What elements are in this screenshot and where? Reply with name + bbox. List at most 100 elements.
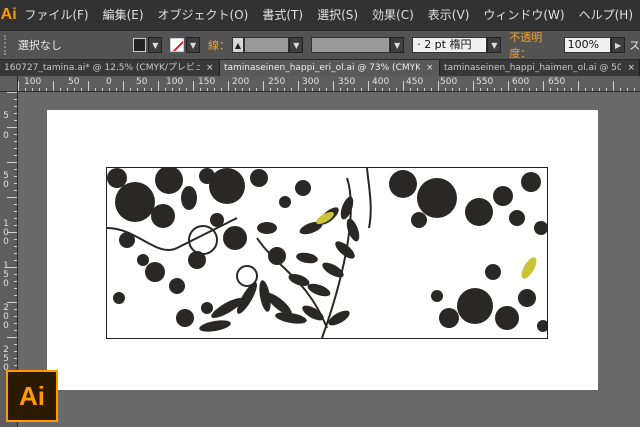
ruler-tick [14, 106, 17, 107]
profile-dropdown[interactable]: ▼ [390, 37, 405, 53]
close-icon[interactable]: × [206, 60, 214, 76]
ruler-tick [14, 351, 17, 352]
ruler-tick [228, 81, 229, 91]
ruler-tick [14, 225, 17, 226]
artwork-bounding-box[interactable] [106, 167, 548, 339]
horizontal-ruler[interactable]: 100 50 0 50 100 150 200 250 300 350 400 … [18, 76, 640, 92]
tab-document-3[interactable]: taminaseinen_happi_haimen_ol.ai @ 50% (C… [440, 60, 640, 76]
menu-help[interactable]: ヘルプ(H) [572, 0, 640, 30]
ruler-tick [207, 88, 208, 91]
menu-object[interactable]: オブジェクト(O) [151, 0, 256, 30]
menu-select[interactable]: 選択(S) [310, 0, 365, 30]
ruler-tick [60, 88, 61, 91]
ruler-tick [7, 162, 17, 163]
ruler-tick [410, 88, 411, 91]
ruler-tick [438, 81, 439, 91]
ruler-tick [14, 288, 17, 289]
ruler-label: 5 [3, 111, 9, 121]
ruler-tick [613, 81, 614, 91]
ruler-tick [235, 88, 236, 91]
close-icon[interactable]: × [627, 60, 635, 76]
menu-window[interactable]: ウィンドウ(W) [476, 0, 571, 30]
ruler-label: 150 [198, 77, 216, 87]
ruler-tick [627, 88, 628, 91]
menu-view[interactable]: 表示(V) [421, 0, 477, 30]
ruler-tick [550, 88, 551, 91]
ruler-tick [452, 88, 453, 91]
ruler-tick [14, 358, 17, 359]
stroke-label[interactable]: 線： [208, 37, 230, 53]
ruler-tick [326, 88, 327, 91]
ruler-tick [7, 267, 17, 268]
ruler-tick [18, 81, 19, 91]
ruler-tick [14, 148, 17, 149]
ruler-tick [46, 88, 47, 91]
tab-label: taminaseinen_happi_eri_ol.ai @ 73% (CMYK… [224, 63, 420, 73]
ruler-tick [7, 197, 17, 198]
ruler-tick [585, 88, 586, 91]
ruler-tick [599, 88, 600, 91]
ruler-tick [634, 88, 635, 91]
ruler-tick [14, 253, 17, 254]
app-logo: Ai [0, 6, 17, 23]
ruler-tick [578, 81, 579, 91]
style-label[interactable]: ス [629, 37, 640, 53]
ruler-origin[interactable] [0, 76, 18, 92]
ruler-tick [81, 88, 82, 91]
ruler-tick [389, 88, 390, 91]
menu-edit[interactable]: 編集(E) [96, 0, 151, 30]
fill-swatch[interactable] [132, 38, 147, 52]
ruler-tick [137, 88, 138, 91]
brush-definition[interactable]: · 2 pt 楕円 [412, 37, 488, 53]
ruler-tick [620, 88, 621, 91]
tab-document-2[interactable]: taminaseinen_happi_eri_ol.ai @ 73% (CMYK… [220, 60, 440, 76]
ruler-tick [333, 81, 334, 91]
stroke-weight-dropdown[interactable]: ▼ [289, 37, 304, 53]
brush-definition-value: 2 pt 楕円 [424, 38, 472, 51]
ruler-tick [277, 88, 278, 91]
tab-document-1[interactable]: 160727_tamina.ai* @ 12.5% (CMYK/プレビュー) × [0, 60, 220, 76]
ruler-tick [270, 88, 271, 91]
ruler-label: 550 [476, 77, 494, 87]
ruler-tick [298, 81, 299, 91]
stroke-weight-field[interactable] [243, 37, 290, 53]
ruler-tick [14, 295, 17, 296]
ruler-tick [417, 88, 418, 91]
ruler-tick [109, 88, 110, 91]
ruler-tick [284, 88, 285, 91]
ruler-tick [564, 88, 565, 91]
illustrator-badge: Ai [6, 370, 58, 422]
ruler-tick [529, 88, 530, 91]
variable-width-profile[interactable] [311, 37, 391, 53]
ruler-label: 0 [106, 77, 112, 87]
ruler-label: 400 [372, 77, 390, 87]
ruler-tick [14, 190, 17, 191]
ruler-tick [14, 274, 17, 275]
fill-dropdown[interactable]: ▼ [148, 37, 163, 53]
stroke-swatch[interactable] [170, 38, 185, 52]
ruler-tick [368, 81, 369, 91]
ruler-label: 500 [440, 77, 458, 87]
tab-label: 160727_tamina.ai* @ 12.5% (CMYK/プレビュー) [4, 63, 200, 73]
ruler-tick [14, 323, 17, 324]
menu-file[interactable]: ファイル(F) [17, 0, 95, 30]
ruler-tick [14, 344, 17, 345]
brush-dropdown[interactable]: ▼ [487, 37, 502, 53]
ruler-tick [473, 81, 474, 91]
ruler-label: 450 [406, 77, 424, 87]
panel-grip[interactable] [4, 35, 12, 55]
opacity-field[interactable]: 100% [563, 37, 612, 53]
ruler-label: 100 [24, 77, 42, 87]
opacity-label[interactable]: 不透明度： [509, 29, 563, 61]
ruler-tick [14, 239, 17, 240]
menu-type[interactable]: 書式(T) [255, 0, 310, 30]
stroke-weight-stepper[interactable]: ▲ [232, 37, 244, 53]
close-icon[interactable]: × [426, 60, 434, 76]
ruler-tick [32, 88, 33, 91]
floral-artwork [107, 168, 547, 338]
stroke-dropdown[interactable]: ▼ [186, 37, 201, 53]
ruler-tick [263, 81, 264, 91]
ruler-label: 300 [302, 77, 320, 87]
menu-effect[interactable]: 効果(C) [365, 0, 421, 30]
opacity-dropdown[interactable]: ▶ [611, 37, 625, 53]
